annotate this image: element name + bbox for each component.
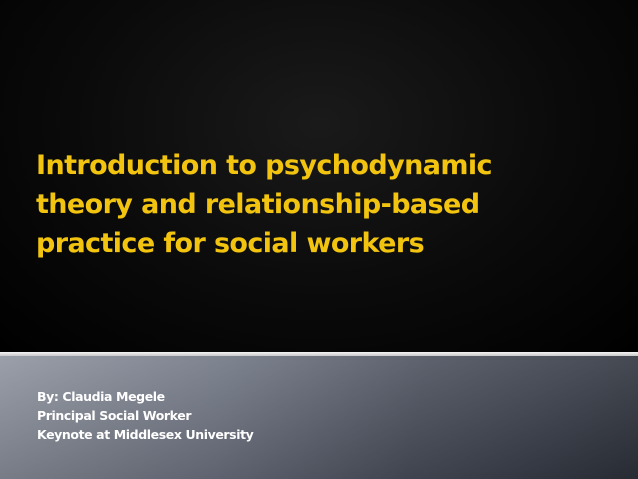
role-line: Principal Social Worker xyxy=(37,408,192,423)
event-line: Keynote at Middlesex University xyxy=(37,427,254,442)
slide-title: Introduction to psychodynamic theory and… xyxy=(36,150,493,259)
author-line: By: Claudia Megele xyxy=(37,389,165,404)
slide: Introduction to psychodynamic theory and… xyxy=(0,0,638,479)
slide-subtitle: By: Claudia Megele Principal Social Work… xyxy=(37,387,254,444)
